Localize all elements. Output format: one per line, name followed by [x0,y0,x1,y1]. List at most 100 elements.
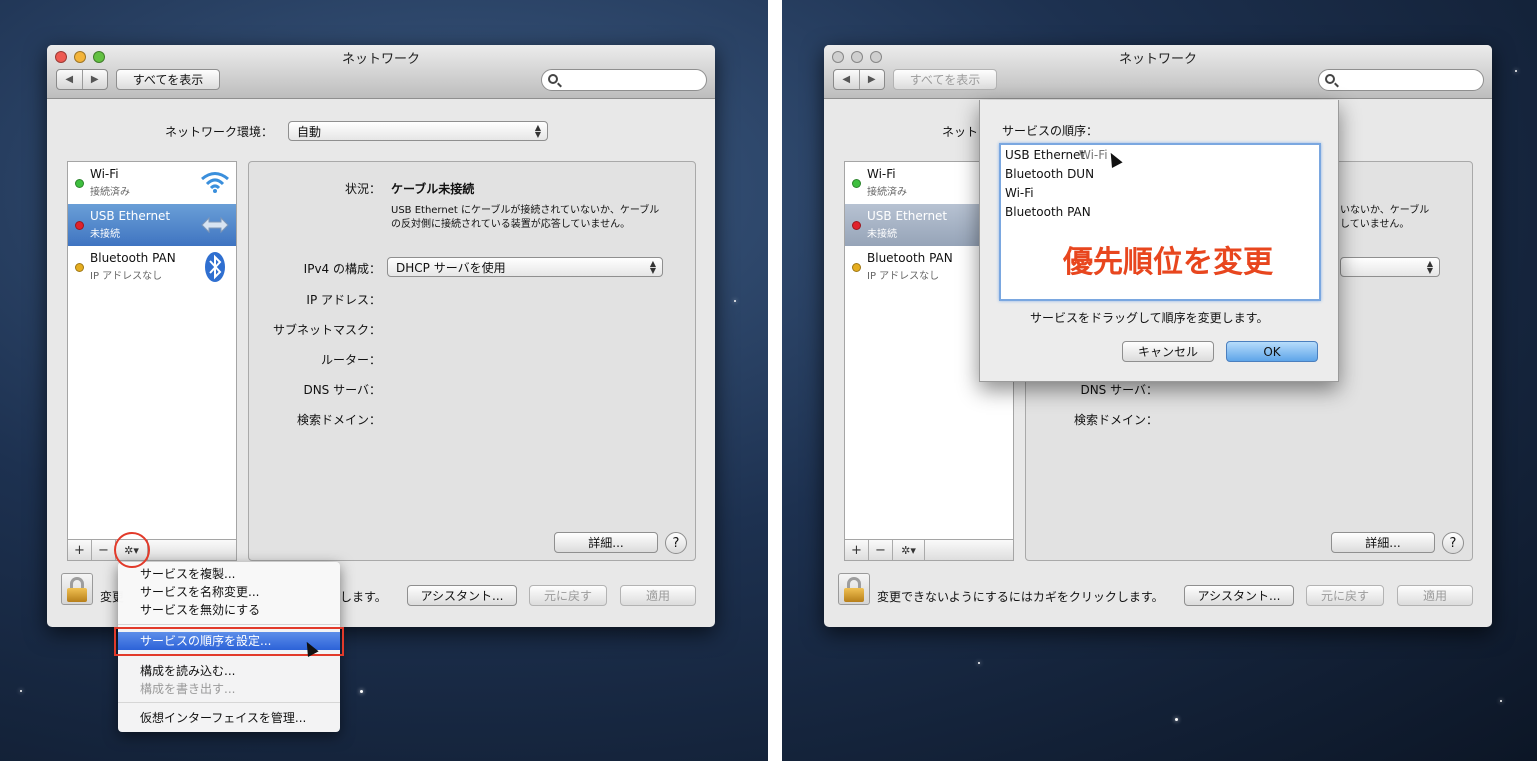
drag-ghost-label: Wi-Fi [1079,148,1108,162]
advanced-button[interactable]: 詳細... [1331,532,1435,553]
status-description-partial-2: していません。 [1340,219,1410,230]
show-all-button[interactable]: すべてを表示 [893,69,997,90]
status-green-icon [75,179,84,188]
wifi-icon [201,172,229,193]
assistant-button[interactable]: アシスタント... [1184,585,1294,606]
lock-text: 変更できないようにするにはカギをクリックします。 [877,590,1164,604]
service-list-footer: + − ✲▾ [67,539,237,561]
order-item[interactable]: Bluetooth DUN [1005,167,1094,181]
dns-label: DNS サーバ： [1080,383,1158,397]
forward-arrow-icon[interactable]: ▶ [858,70,885,89]
ipv4-popup[interactable]: DHCP サーバを使用 ▲ ▼ [387,257,663,277]
updown-arrows-icon: ▲ ▼ [649,259,656,275]
add-service-button[interactable]: + [68,540,92,560]
service-item-wifi[interactable]: Wi-Fi 接続済み [68,162,236,204]
status-red-icon [75,221,84,230]
cancel-button[interactable]: キャンセル [1122,341,1214,362]
status-description-line1: USB Ethernet にケーブルが接続されていないか、ケーブル [391,205,660,216]
star [1500,700,1502,702]
service-name: Bluetooth PAN [867,251,953,265]
detail-panel: 状況： ケーブル未接続 USB Ethernet にケーブルが接続されていないか… [248,161,696,561]
window-title: ネットワーク [1118,52,1197,67]
help-button[interactable]: ? [1442,532,1464,554]
service-status: 接続済み [867,187,907,198]
menu-item-virtual-interfaces[interactable]: 仮想インターフェイスを管理... [118,709,340,727]
dns-label: DNS サーバ： [303,383,381,397]
star [1515,70,1517,72]
ipv4-popup-partial[interactable]: ▲ ▼ [1340,257,1440,277]
search-input[interactable] [1318,69,1484,91]
star [734,300,736,302]
status-yellow-icon [75,263,84,272]
status-description-line2: の反対側に接続されている装置が応答していません。 [391,219,631,230]
updown-arrows-icon: ▲ ▼ [1426,259,1433,275]
help-button[interactable]: ? [665,532,687,554]
menu-item-export: 構成を書き出す... [140,682,236,696]
menu-item-duplicate[interactable]: サービスを複製... [118,565,340,583]
service-item-usb-ethernet[interactable]: USB Ethernet 未接続 [68,204,236,246]
ipv4-label: IPv4 の構成： [303,262,381,276]
status-yellow-icon [852,263,861,272]
star [978,662,980,664]
revert-button[interactable]: 元に戻す [529,585,607,606]
apply-button[interactable]: 適用 [1397,585,1473,606]
search-domain-label: 検索ドメイン： [296,413,381,427]
back-arrow-icon[interactable]: ◀ [834,70,859,89]
back-forward-control[interactable]: ◀ ▶ [833,69,885,90]
add-service-button[interactable]: + [845,540,869,560]
assistant-button[interactable]: アシスタント... [407,585,517,606]
service-name: Wi-Fi [90,167,119,181]
search-icon [1325,74,1335,84]
lock-text-end: します。 [340,590,387,604]
ok-button[interactable]: OK [1226,341,1318,362]
lock-icon[interactable] [61,573,93,605]
status-green-icon [852,179,861,188]
gear-menu-button[interactable]: ✲▾ [893,540,925,560]
service-item-bluetooth-pan[interactable]: Bluetooth PAN IP アドレスなし [68,246,236,288]
gear-highlight-circle [114,532,150,568]
bluetooth-icon [205,252,225,282]
service-list[interactable]: Wi-Fi 接続済み USB Ethernet 未接続 Bluetooth PA… [67,161,237,561]
ethernet-arrows-icon [201,216,229,234]
remove-service-button[interactable]: − [92,540,116,560]
order-item[interactable]: Bluetooth PAN [1005,205,1091,219]
updown-arrows-icon: ▲ ▼ [534,123,541,139]
remove-service-button[interactable]: − [869,540,893,560]
back-forward-control[interactable]: ◀ ▶ [56,69,108,90]
service-order-list[interactable]: USB Ethernet Wi-Fi Bluetooth DUN Wi-Fi B… [999,143,1321,301]
service-status: IP アドレスなし [90,271,163,282]
order-item[interactable]: USB Ethernet [1005,148,1085,162]
star [1175,718,1178,721]
search-icon [548,74,558,84]
annotation-text: 優先順位を変更 [1063,245,1273,280]
search-input[interactable] [541,69,707,91]
service-status: 未接続 [90,229,120,240]
star [20,690,22,692]
location-popup[interactable]: 自動 ▲ ▼ [288,121,548,141]
service-list-footer: + − ✲▾ [844,539,1014,561]
menu-item-import[interactable]: 構成を読み込む... [118,662,340,680]
advanced-button[interactable]: 詳細... [554,532,658,553]
forward-arrow-icon[interactable]: ▶ [81,70,108,89]
search-domain-label: 検索ドメイン： [1073,413,1158,427]
apply-button[interactable]: 適用 [620,585,696,606]
menu-item-disable[interactable]: サービスを無効にする [118,601,340,619]
back-arrow-icon[interactable]: ◀ [57,70,82,89]
service-name: Bluetooth PAN [90,251,176,265]
status-description-partial-1: いないか、ケーブル [1340,205,1430,216]
show-all-button[interactable]: すべてを表示 [116,69,220,90]
service-name: Wi-Fi [867,167,896,181]
title-bar: ネットワーク ◀ ▶ すべてを表示 [47,45,715,99]
panel-divider [768,0,782,761]
menu-item-rename[interactable]: サービスを名称変更... [118,583,340,601]
star [360,690,363,693]
service-name: USB Ethernet [90,209,171,223]
lock-icon[interactable] [838,573,870,605]
revert-button[interactable]: 元に戻す [1306,585,1384,606]
ipv4-value: DHCP サーバを使用 [396,260,506,275]
status-label: 状況： [344,182,381,196]
subnet-mask-label: サブネットマスク： [272,323,381,337]
router-label: ルーター： [320,353,381,367]
order-item[interactable]: Wi-Fi [1005,186,1034,200]
location-value: 自動 [297,124,322,139]
